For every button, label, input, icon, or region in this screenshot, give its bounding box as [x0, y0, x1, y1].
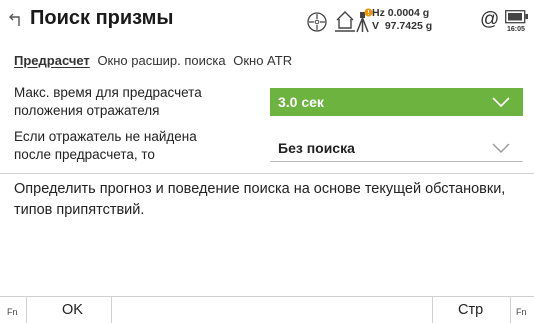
page-button[interactable]: Стр [458, 302, 483, 318]
title-bar: Поиск призмы Hz 0.0004 g V 97.7425 g @ 1… [0, 0, 534, 44]
not-found-label-line2: после предрасчета, то [14, 147, 155, 162]
softkey-divider [111, 297, 112, 323]
max-time-select[interactable]: 3.0 сек [270, 88, 523, 116]
tab-prediction[interactable]: Предрасчет [14, 53, 90, 68]
fn-key-left[interactable]: Fn [7, 307, 18, 317]
max-time-label: Макс. время для предрасчета положения от… [14, 84, 264, 120]
at-icon[interactable]: @ [480, 9, 499, 31]
angle-readout: Hz 0.0004 g V 97.7425 g [372, 7, 432, 33]
max-time-value: 3.0 сек [278, 94, 324, 110]
home-icon[interactable] [334, 9, 356, 33]
softkey-divider [26, 297, 27, 323]
softkey-divider [432, 297, 433, 323]
page-title: Поиск призмы [30, 7, 174, 29]
chevron-down-icon [492, 143, 510, 153]
divider [0, 173, 534, 174]
softkey-divider [510, 297, 511, 323]
ok-button[interactable]: OK [62, 302, 83, 318]
tab-atr-window[interactable]: Окно ATR [233, 53, 292, 68]
v-readout: V 97.7425 g [372, 20, 433, 32]
not-found-action-select[interactable]: Без поиска [270, 134, 523, 162]
chevron-down-icon [492, 97, 510, 108]
not-found-label-line1: Если отражатель не найдена [14, 129, 197, 144]
back-arrow-icon[interactable] [8, 10, 26, 28]
target-circle-icon[interactable] [305, 10, 329, 34]
fn-key-right[interactable]: Fn [516, 307, 527, 317]
tab-bar: Предрасчет Окно расшир. поиска Окно ATR [14, 53, 296, 71]
tripod-alert-icon[interactable] [355, 8, 373, 34]
battery-icon[interactable] [505, 10, 529, 24]
max-time-label-line1: Макс. время для предрасчета [14, 85, 202, 100]
clock: 16:05 [507, 26, 525, 33]
not-found-action-value: Без поиска [278, 140, 355, 156]
hz-readout: Hz 0.0004 g [372, 7, 430, 19]
softkey-bar: Fn OK Стр Fn [0, 296, 534, 323]
not-found-label: Если отражатель не найдена после предрас… [14, 128, 264, 164]
max-time-label-line2: положения отражателя [14, 103, 160, 118]
help-description: Определить прогноз и поведение поиска на… [14, 181, 506, 218]
tab-extended-search-window[interactable]: Окно расшир. поиска [97, 53, 225, 68]
